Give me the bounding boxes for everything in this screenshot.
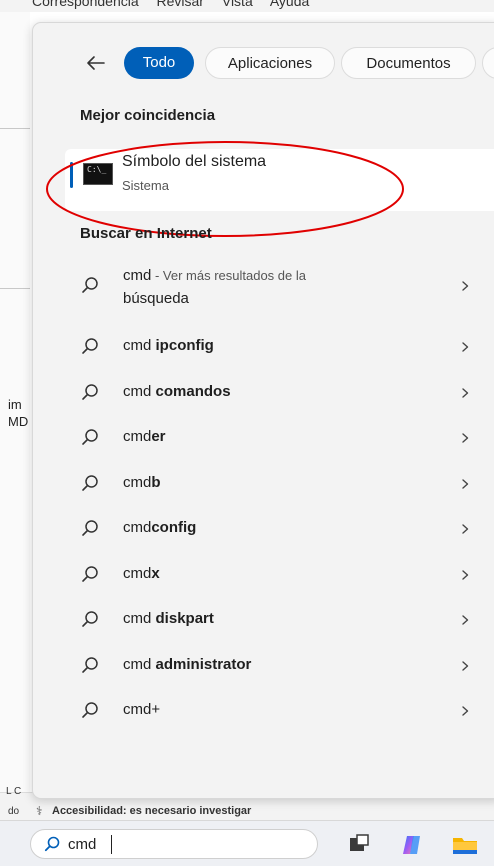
chevron-right-icon	[462, 615, 469, 625]
web-suggestion-row[interactable]: cmdb	[73, 464, 494, 504]
suggestion-prefix: cmd	[123, 428, 152, 445]
search-panel: Todo Aplicaciones Documentos Mejor coinc…	[32, 22, 494, 799]
web-search-heading: Buscar en Internet	[80, 225, 212, 242]
text-cursor	[111, 835, 112, 854]
web-suggestion-row[interactable]: cmd+	[73, 691, 494, 731]
web-suggestion-row[interactable]: cmd comandos	[73, 373, 494, 413]
chevron-right-icon	[462, 478, 469, 489]
chevron-right-icon	[462, 706, 469, 716]
suggestion-completion: comandos	[155, 382, 231, 400]
suggestion-prefix: cmd	[123, 610, 156, 627]
suggestion-prefix: cmd	[123, 519, 152, 536]
search-icon	[82, 565, 98, 582]
word-doc-text-fragment: MD	[8, 414, 29, 429]
back-arrow-icon[interactable]	[83, 50, 109, 76]
web-suggestion-label: cmd diskpart	[123, 610, 214, 627]
best-match-heading: Mejor coincidencia	[80, 107, 216, 124]
search-icon	[82, 429, 98, 445]
search-icon	[82, 474, 98, 491]
status-fragment: do	[8, 806, 20, 817]
web-suggestion-row[interactable]: cmdconfig	[73, 509, 494, 549]
word-ruler-line	[0, 128, 30, 129]
suggestion-prefix: cmd	[123, 337, 156, 354]
chevron-right-icon	[462, 342, 469, 352]
search-icon	[44, 836, 60, 852]
web-suggestion-label: cmd ipconfig	[123, 337, 214, 354]
web-suggestion-row[interactable]: cmder	[73, 418, 494, 458]
filter-tab-aplicaciones[interactable]: Aplicaciones	[205, 47, 335, 79]
chevron-right-icon	[462, 433, 469, 443]
file-explorer-icon[interactable]	[452, 834, 478, 856]
search-icon	[82, 611, 98, 627]
web-suggestion-label: cmder	[123, 428, 166, 445]
command-prompt-icon: C:\_	[83, 163, 113, 185]
suggestion-completion: x	[151, 564, 160, 582]
search-icon	[82, 702, 98, 718]
task-view-icon[interactable]	[348, 834, 370, 854]
search-icon	[82, 277, 98, 293]
web-suggestion-row[interactable]: cmd administrator	[73, 646, 494, 686]
best-match-title: Símbolo del sistema	[122, 153, 267, 170]
chevron-right-icon	[462, 387, 469, 398]
suggestion-completion: administrator	[155, 655, 252, 673]
word-document-left-edge	[0, 12, 30, 812]
chevron-right-icon	[462, 524, 469, 534]
search-icon	[82, 520, 98, 536]
suggestion-prefix: cmd	[123, 564, 152, 582]
web-suggestion-row[interactable]: cmd ipconfig	[73, 327, 494, 367]
suggestion-completion: diskpart	[155, 610, 214, 627]
suggestion-prefix: cmd	[123, 473, 152, 491]
accessibility-status[interactable]: Accesibilidad: es necesario investigar	[52, 805, 251, 817]
suggestion-completion: er	[151, 428, 166, 445]
search-icon	[82, 656, 98, 673]
suggestion-prefix: cmd	[123, 382, 156, 400]
web-suggestion-row[interactable]: cmd diskpart	[73, 600, 494, 640]
word-menu-bar: Correspondencia Revisar Vista Ayuda	[0, 0, 494, 12]
word-menu-items: Correspondencia Revisar Vista Ayuda	[32, 0, 310, 9]
chevron-right-icon	[462, 281, 469, 291]
filter-tab-more[interactable]	[482, 47, 494, 79]
search-icon	[82, 338, 98, 354]
taskbar-search-input[interactable]: cmd	[68, 836, 96, 853]
status-line-fragment: L C	[6, 786, 22, 797]
filter-tab-documentos[interactable]: Documentos	[341, 47, 476, 79]
web-suggestion-row[interactable]: cmdx	[73, 555, 494, 595]
suggestion-prefix: cmd	[123, 655, 156, 673]
suggestion-completion: config	[151, 519, 197, 536]
web-result-cmd[interactable]: cmd - Ver más resultados de la búsqueda	[73, 259, 494, 317]
copilot-icon[interactable]	[399, 834, 425, 856]
web-suggestion-label: cmdb	[123, 474, 161, 491]
suggestion-completion: ipconfig	[155, 337, 214, 354]
suggestion-prefix: cmd+	[123, 701, 161, 718]
web-suggestion-label: cmd administrator	[123, 656, 251, 673]
filter-tab-todo[interactable]: Todo	[124, 47, 194, 79]
chevron-right-icon	[462, 660, 469, 671]
best-match-subtitle: Sistema	[122, 178, 169, 193]
web-suggestion-label: cmdconfig	[123, 519, 196, 536]
word-ruler-line	[0, 288, 30, 289]
web-result-hint: - Ver más resultados de la	[151, 268, 306, 283]
chevron-right-icon	[462, 569, 469, 580]
word-doc-text-fragment: im	[8, 397, 22, 412]
web-suggestion-label: cmdx	[123, 565, 160, 582]
web-result-hint-line2: búsqueda	[123, 290, 189, 307]
suggestion-completion: b	[151, 473, 161, 491]
web-suggestion-label: cmd+	[123, 701, 160, 718]
accessibility-icon: ⚕	[36, 804, 43, 818]
web-suggestion-label: cmd comandos	[123, 383, 231, 400]
web-result-query: cmd	[123, 267, 152, 284]
search-icon	[82, 383, 98, 400]
selection-indicator	[70, 162, 73, 188]
